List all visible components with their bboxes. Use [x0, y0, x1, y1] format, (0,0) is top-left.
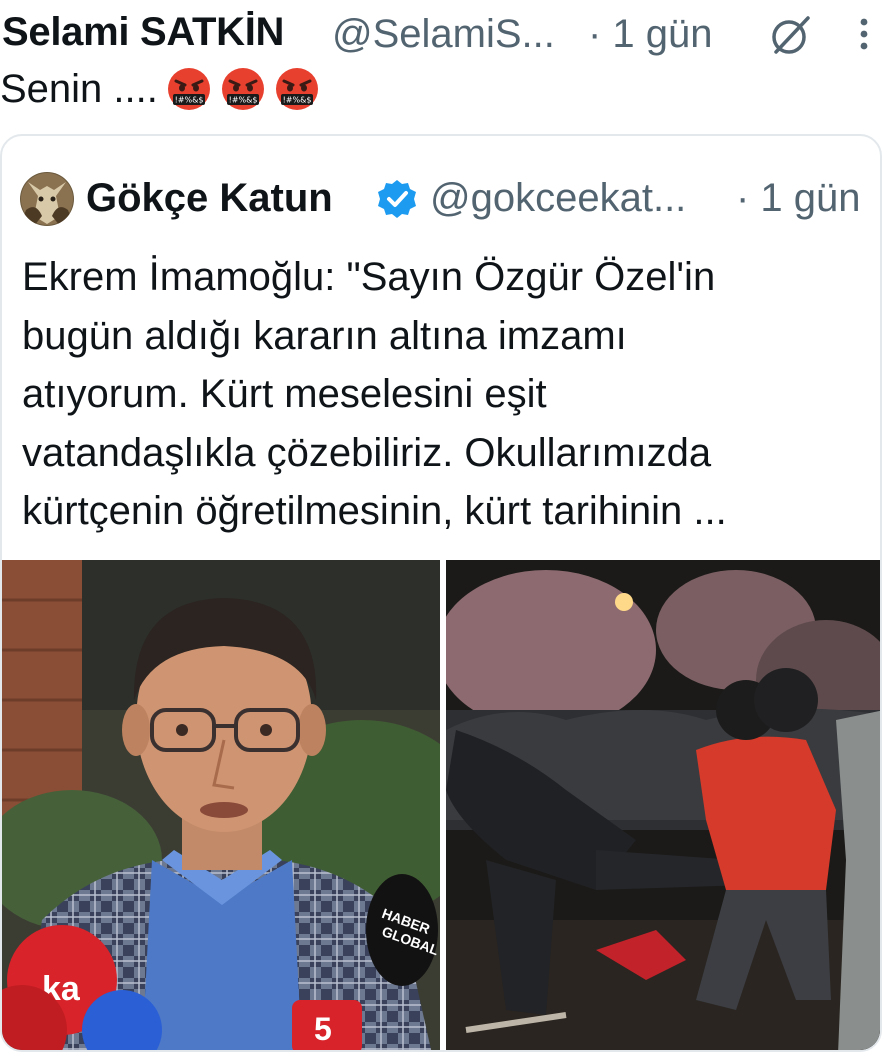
quoted-text-line: atıyorum. Kürt meselesini eşit [22, 372, 547, 416]
press-photo[interactable]: ka 5 HABER GLOBAL [2, 560, 440, 1050]
svg-text:!#%&$: !#%&$ [174, 96, 203, 105]
cursing-face-emoji: !#%&$ [220, 66, 266, 112]
quoted-text-line: vatandaşlıkla çözebiliriz. Okullarımızda [22, 430, 712, 475]
quoted-tweet-header: Gökçe Katun @gokceekat... · 1 gün [20, 172, 880, 228]
more-vertical-icon[interactable] [854, 16, 874, 56]
protest-photo[interactable] [446, 560, 880, 1050]
tweet-text-content: Senin .... [0, 66, 158, 111]
svg-text:!#%&$: !#%&$ [228, 96, 257, 105]
author-handle[interactable]: @SelamiS... [332, 12, 555, 57]
mic-label: 5 [314, 1011, 332, 1047]
avatar[interactable] [20, 172, 74, 226]
timestamp[interactable]: · 1 gün [588, 12, 713, 57]
cursing-face-emoji: !#%&$ [274, 66, 320, 112]
quoted-tweet-card[interactable]: Gökçe Katun @gokceekat... · 1 gün Ekrem … [0, 134, 882, 1052]
quoted-text-line: bugün aldığı kararın altına imzamı [22, 313, 627, 358]
tweet-text: Senin .... !#%&$ !#%&$ !#%&$ [0, 66, 320, 112]
svg-text:!#%&$: !#%&$ [282, 96, 311, 105]
quoted-timestamp[interactable]: · 1 gün [736, 176, 861, 221]
quoted-text-line: kürtçenin öğretilmesinin, kürt tarihinin… [22, 489, 727, 533]
tweet-header: Selami SATKİN @SelamiS... · 1 gün [2, 6, 882, 58]
quoted-author-handle[interactable]: @gokceekat... [430, 176, 686, 221]
quoted-tweet-text: Ekrem İmamoğlu: "Sayın Özgür Özel'in bug… [22, 248, 862, 541]
quoted-text-line: Ekrem İmamoğlu: "Sayın Özgür Özel'in [22, 255, 716, 299]
author-name[interactable]: Selami SATKİN [2, 10, 284, 55]
cursing-face-emoji: !#%&$ [166, 66, 212, 112]
grok-icon[interactable] [768, 12, 814, 58]
quoted-author-name[interactable]: Gökçe Katun [86, 176, 333, 221]
verified-badge-icon [376, 178, 418, 220]
